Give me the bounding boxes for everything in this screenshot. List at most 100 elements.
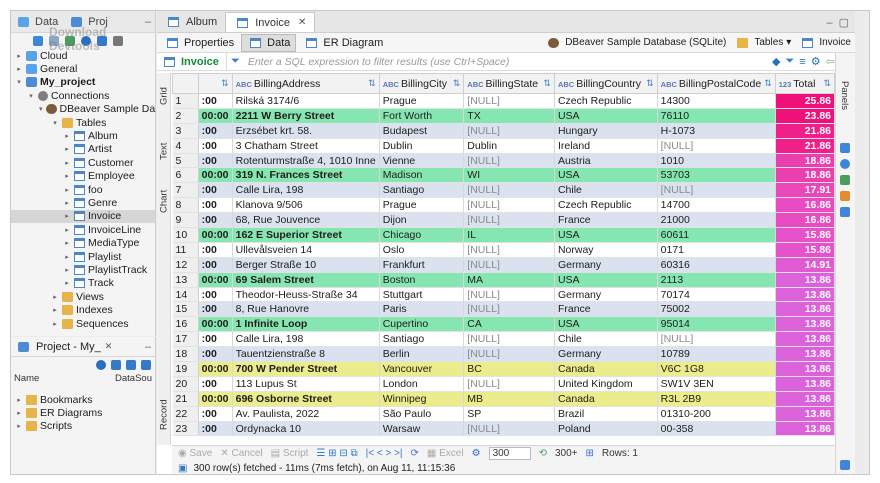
row-number[interactable]: 7	[172, 182, 199, 199]
date-cell[interactable]: :00	[198, 376, 233, 392]
row-number[interactable]: 15	[172, 301, 199, 318]
billing-country-cell[interactable]: Chile	[554, 182, 658, 199]
tree-item[interactable]: ▸ Indexes	[11, 303, 155, 316]
billing-state-cell[interactable]: IL	[463, 227, 555, 243]
billing-state-cell[interactable]: SP	[463, 406, 555, 422]
save-button[interactable]: ◉ Save	[178, 448, 212, 459]
total-cell[interactable]: 18.86	[775, 153, 835, 169]
billing-country-cell[interactable]: Brazil	[554, 406, 658, 422]
tables-selector[interactable]: Tables ▾	[734, 37, 791, 48]
billing-country-cell[interactable]: Germany	[554, 346, 658, 363]
panels-tab[interactable]: Panels	[839, 81, 850, 110]
billing-address-cell[interactable]: Ordynacka 10	[232, 421, 380, 437]
link-icon[interactable]	[141, 360, 151, 370]
billing-city-cell[interactable]: Vancouver	[379, 361, 465, 377]
row-number-header[interactable]	[172, 73, 199, 94]
billing-postal-cell[interactable]: 53703	[657, 167, 776, 184]
total-cell[interactable]: 16.86	[775, 197, 835, 214]
collapsed-chevron-icon[interactable]: ▸	[63, 172, 71, 180]
billing-city-cell[interactable]: Prague	[379, 197, 465, 214]
tree-item[interactable]: ▾ My_project	[11, 76, 155, 89]
billing-postal-cell[interactable]: 76110	[657, 108, 776, 124]
billing-address-cell[interactable]: Calle Lira, 198	[232, 182, 380, 199]
total-cell[interactable]: 21.86	[775, 138, 835, 154]
table-row[interactable]: 9:00 68, Rue Jouvence Dijon [NULL] France 210…	[172, 212, 835, 229]
billing-postal-cell[interactable]: 0171	[657, 242, 776, 258]
billing-city-cell[interactable]: Fort Worth	[379, 108, 465, 124]
total-cell[interactable]: 18.86	[775, 167, 835, 184]
calc-panel-icon[interactable]	[840, 191, 850, 201]
table-row[interactable]: 20:00 113 Lupus St London [NULL] United King…	[172, 376, 835, 392]
billing-city-cell[interactable]: Dijon	[379, 212, 465, 229]
date-cell[interactable]: :00	[198, 257, 233, 273]
row-number[interactable]: 3	[172, 123, 199, 139]
billing-country-cell[interactable]: Chile	[554, 331, 658, 348]
collapsed-chevron-icon[interactable]: ▸	[63, 226, 71, 234]
billing-city-cell[interactable]: Stuttgart	[379, 287, 465, 303]
billing-city-cell[interactable]: Vienne	[379, 153, 465, 169]
billing-postal-cell[interactable]: SW1V 3EN	[657, 376, 776, 392]
billing-country-cell[interactable]: Austria	[554, 153, 658, 169]
billing-address-cell[interactable]: Rotenturmstraße 4, 1010 Inne	[232, 153, 380, 169]
table-row[interactable]: 6 00:00 319 N. Frances Street Madison WI USA 5…	[172, 167, 835, 184]
fetch-more-icon[interactable]: ⟲	[539, 448, 547, 459]
fetch-all-button[interactable]: 300+	[555, 448, 578, 459]
billing-city-cell[interactable]: Dublin	[379, 138, 465, 154]
billing-postal-cell[interactable]: 21000	[657, 212, 776, 229]
collapsed-chevron-icon[interactable]: ▸	[15, 409, 23, 417]
date-cell[interactable]: :00	[198, 331, 233, 348]
layout-icon[interactable]	[840, 460, 850, 470]
collapsed-chevron-icon[interactable]: ▸	[15, 65, 23, 73]
total-cell[interactable]: 14.91	[775, 257, 835, 273]
settings-icon[interactable]	[96, 360, 106, 370]
billing-city-cell[interactable]: Boston	[379, 272, 465, 288]
billing-address-cell[interactable]: Calle Lira, 198	[232, 331, 380, 348]
column-header-billingcity[interactable]: ABC BillingCity ⇅	[378, 73, 465, 94]
total-cell[interactable]: 13.86	[775, 361, 835, 377]
billing-country-cell[interactable]: Germany	[554, 287, 658, 303]
billing-country-cell[interactable]: USA	[554, 316, 658, 333]
date-cell[interactable]: :00	[198, 93, 233, 109]
total-cell[interactable]: 13.86	[775, 406, 835, 422]
new-connection-icon[interactable]	[33, 36, 43, 46]
billing-address-cell[interactable]: 1 Infinite Loop	[232, 316, 380, 333]
row-number[interactable]: 11	[172, 242, 199, 258]
date-cell[interactable]: :00	[198, 153, 233, 169]
filter-settings-icon[interactable]: ⚙	[811, 55, 821, 68]
billing-city-cell[interactable]: Santiago	[379, 182, 465, 199]
billing-state-cell[interactable]: WI	[463, 167, 555, 184]
row-number[interactable]: 18	[172, 346, 199, 363]
minimize-icon[interactable]: –	[826, 17, 832, 29]
tree-item[interactable]: ▸ Artist	[11, 143, 155, 156]
billing-country-cell[interactable]: USA	[554, 167, 658, 184]
table-row[interactable]: 2 00:00 2211 W Berry Street Fort Worth TX USA…	[172, 108, 835, 124]
billing-state-cell[interactable]: [NULL]	[463, 242, 555, 258]
billing-state-cell[interactable]: [NULL]	[463, 331, 555, 348]
billing-address-cell[interactable]: Ullevålsveien 14	[232, 242, 380, 258]
tree-item[interactable]: ▸ Genre	[11, 196, 155, 209]
billing-country-cell[interactable]: Canada	[554, 391, 658, 407]
close-icon[interactable]: ✕	[105, 341, 113, 352]
billing-city-cell[interactable]: Oslo	[379, 242, 465, 258]
table-row[interactable]: 4:00 3 Chatham Street Dublin Dublin Ireland[…	[172, 138, 835, 154]
column-header-billingstate[interactable]: ABC BillingState ⇅	[463, 73, 555, 94]
date-column-header[interactable]: ⇅	[197, 73, 233, 94]
billing-address-cell[interactable]: Theodor-Heuss-Straße 34	[232, 287, 380, 303]
sort-desc-icon[interactable]: ⇅	[823, 78, 831, 89]
total-cell[interactable]: 13.86	[775, 316, 835, 333]
billing-country-cell[interactable]: France	[554, 212, 658, 229]
datasource-column-header[interactable]: DataSou	[115, 373, 152, 389]
value-panel-icon[interactable]	[840, 143, 850, 153]
billing-country-cell[interactable]: USA	[554, 227, 658, 243]
total-cell[interactable]: 15.86	[775, 227, 835, 243]
row-number[interactable]: 2	[172, 108, 199, 124]
minimize-icon[interactable]: –	[145, 341, 151, 353]
billing-country-cell[interactable]: Canada	[554, 361, 658, 377]
total-cell[interactable]: 25.86	[775, 93, 835, 109]
row-number[interactable]: 6	[172, 167, 199, 184]
tree-item[interactable]: ▸ Sequences	[11, 317, 155, 330]
sort-icon[interactable]: ⇅	[368, 78, 376, 89]
collapsed-chevron-icon[interactable]: ▸	[15, 422, 23, 430]
table-row[interactable]: 23:00 Ordynacka 10 Warsaw [NULL] Poland 00-35…	[172, 421, 835, 437]
total-cell[interactable]: 15.86	[775, 242, 835, 258]
